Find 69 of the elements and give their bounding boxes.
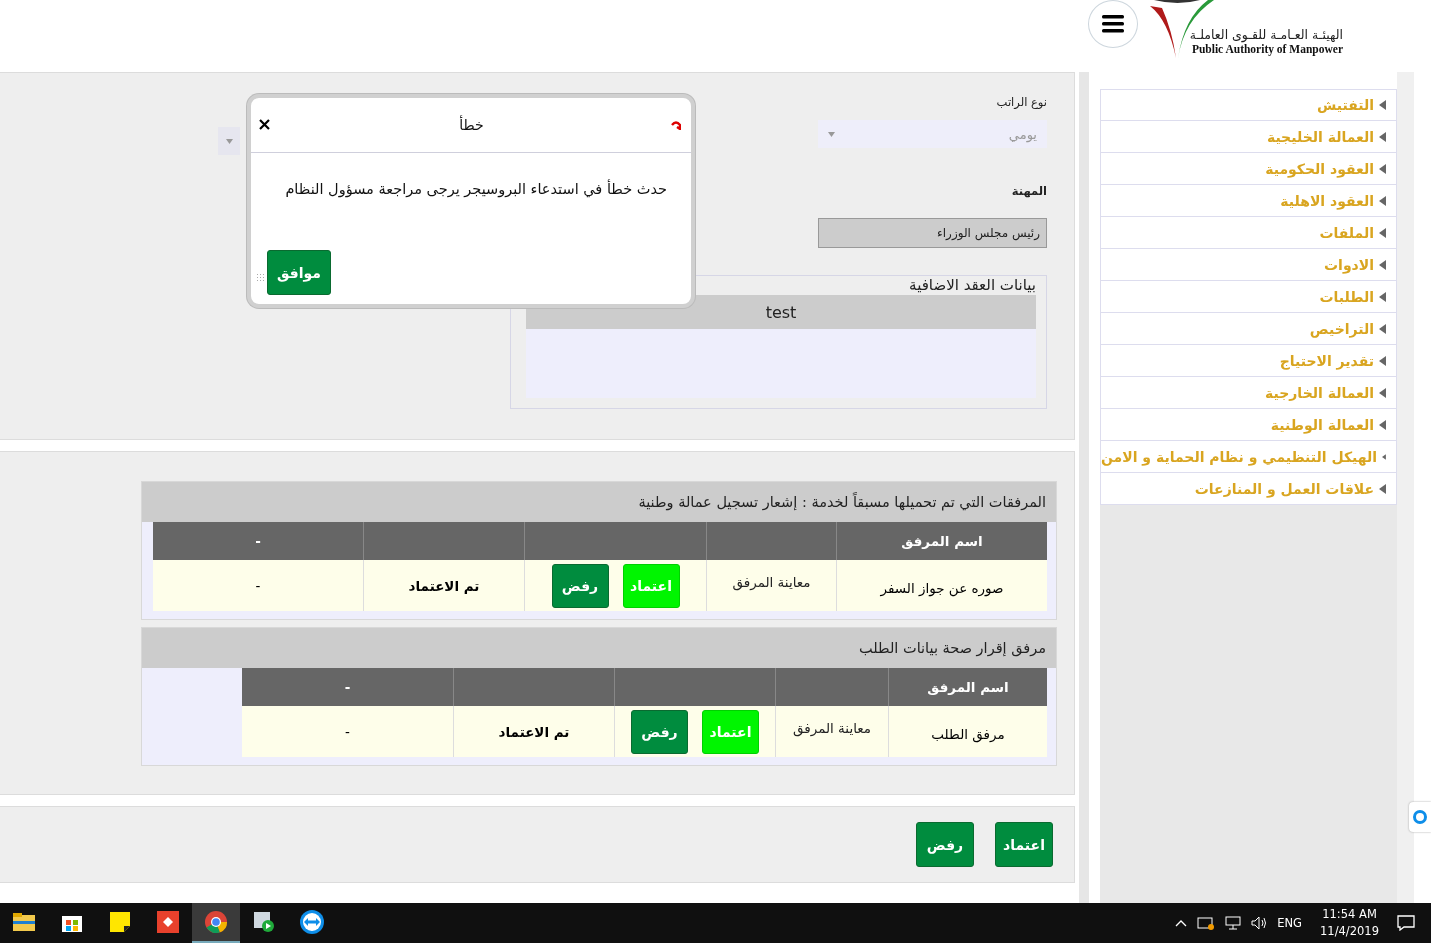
expand-arrow-icon — [1382, 451, 1386, 462]
logo-arabic-text: الهيئـة العـامـة للقـوى العاملـة — [1189, 27, 1343, 42]
caret-icon — [225, 138, 233, 144]
dialog-title: خطأ — [459, 117, 484, 133]
menu-icon — [1101, 15, 1124, 33]
reject-button[interactable]: رفض — [916, 822, 974, 867]
refresh-icon — [671, 120, 681, 130]
approve-button[interactable]: اعتماد — [622, 563, 680, 608]
expand-arrow-icon — [1379, 100, 1386, 110]
close-button[interactable] — [259, 118, 272, 132]
sidebar-item[interactable]: الادوات — [1100, 249, 1397, 281]
expand-arrow-icon — [1379, 163, 1386, 174]
sidebar-item[interactable]: علاقات العمل و المنازعات — [1100, 473, 1397, 505]
sidebar-item[interactable]: العقود الاهلية — [1100, 185, 1397, 217]
sidebar-item[interactable]: العمالة الوطنية — [1100, 409, 1397, 441]
reject-button[interactable]: رفض — [631, 709, 688, 754]
table-cell: صوره عن جواز السفر — [836, 560, 1047, 611]
scrollbar[interactable] — [1397, 72, 1414, 903]
expand-arrow-icon — [1379, 483, 1386, 494]
browser-icon[interactable] — [192, 903, 240, 943]
table-header-cell-text: - — [254, 532, 262, 551]
field-label: المهنة — [1011, 184, 1047, 198]
status-cell: تم الاعتماد — [363, 560, 524, 611]
expand-arrow-icon — [1379, 131, 1386, 142]
speaker-icon[interactable] — [1251, 916, 1268, 930]
field-label: نوع الراتب — [996, 95, 1047, 109]
sidebar-item[interactable]: العقود الحكومية — [1100, 153, 1397, 185]
dialog-message: حدث خطأ في استدعاء البروسيجر يرجى مراجعة مسؤول النظام — [284, 181, 667, 197]
status-cell: تم الاعتماد — [453, 706, 614, 757]
sidebar-item[interactable]: العمالة الخارجية — [1100, 377, 1397, 409]
sidebar-item[interactable]: الطلبات — [1100, 281, 1397, 313]
sidebar-item[interactable]: الهيكل التنظيمي و نظام الحماية و الامن — [1100, 441, 1397, 473]
salary-type-dropdown[interactable]: يومي — [818, 120, 1047, 148]
reject-button[interactable]: رفض — [551, 563, 609, 608]
sidebar-item[interactable]: العمالة الخليجية — [1100, 121, 1397, 153]
table-cell-text: - — [254, 576, 262, 596]
menu-button[interactable] — [1087, 0, 1138, 48]
close-icon — [259, 118, 270, 130]
preview-link[interactable]: معاينة المرفق — [732, 573, 811, 590]
preview-link[interactable]: معاينة المرفق — [793, 719, 872, 736]
fieldset-legend: بيانات العقد الاضافية — [909, 275, 1036, 295]
expand-arrow-icon — [1379, 291, 1386, 302]
expand-arrow-icon — [1379, 419, 1386, 430]
table-cell: مرفق الطلب — [888, 706, 1047, 757]
expand-arrow-icon — [1379, 227, 1386, 238]
ok-button[interactable]: موافق — [267, 250, 331, 295]
expand-arrow-icon — [1379, 195, 1386, 206]
clock[interactable]: 11:54 AM 11/4/2019 — [1320, 906, 1379, 940]
sidebar-item[interactable]: الملفات — [1100, 217, 1397, 249]
sidebar-item[interactable]: التراخيص — [1100, 313, 1397, 345]
occupation-field[interactable]: رئيس مجلس الوزراء — [818, 218, 1047, 248]
logo-english-text: Public Authority of Manpower — [1191, 43, 1343, 56]
approve-button[interactable]: اعتماد — [702, 709, 759, 754]
expand-arrow-icon — [1379, 323, 1386, 334]
approve-button[interactable]: اعتماد — [995, 822, 1053, 867]
caret-icon — [828, 131, 835, 137]
network-icon[interactable] — [1225, 916, 1242, 930]
expand-arrow-icon — [1379, 355, 1386, 366]
section-title: مرفق إقرار صحة بيانات الطلب — [142, 628, 1056, 668]
chevron-up-icon[interactable] — [1175, 919, 1188, 927]
table-cell-text: - — [344, 722, 351, 742]
language-indicator[interactable]: ENG — [1277, 916, 1303, 930]
sidebar-item[interactable]: تقدير الاحتياج — [1100, 345, 1397, 377]
section-title: المرفقات التي تم تحميلها مسبقاً لخدمة : إشعار تسجيل عمالة وطنية — [142, 482, 1056, 522]
sidebar-item[interactable]: التفتيش — [1100, 89, 1397, 121]
expand-arrow-icon — [1379, 387, 1386, 398]
table-header-cell-text: - — [343, 678, 352, 697]
notification-icon[interactable] — [1397, 915, 1415, 931]
expand-arrow-icon — [1379, 259, 1386, 270]
